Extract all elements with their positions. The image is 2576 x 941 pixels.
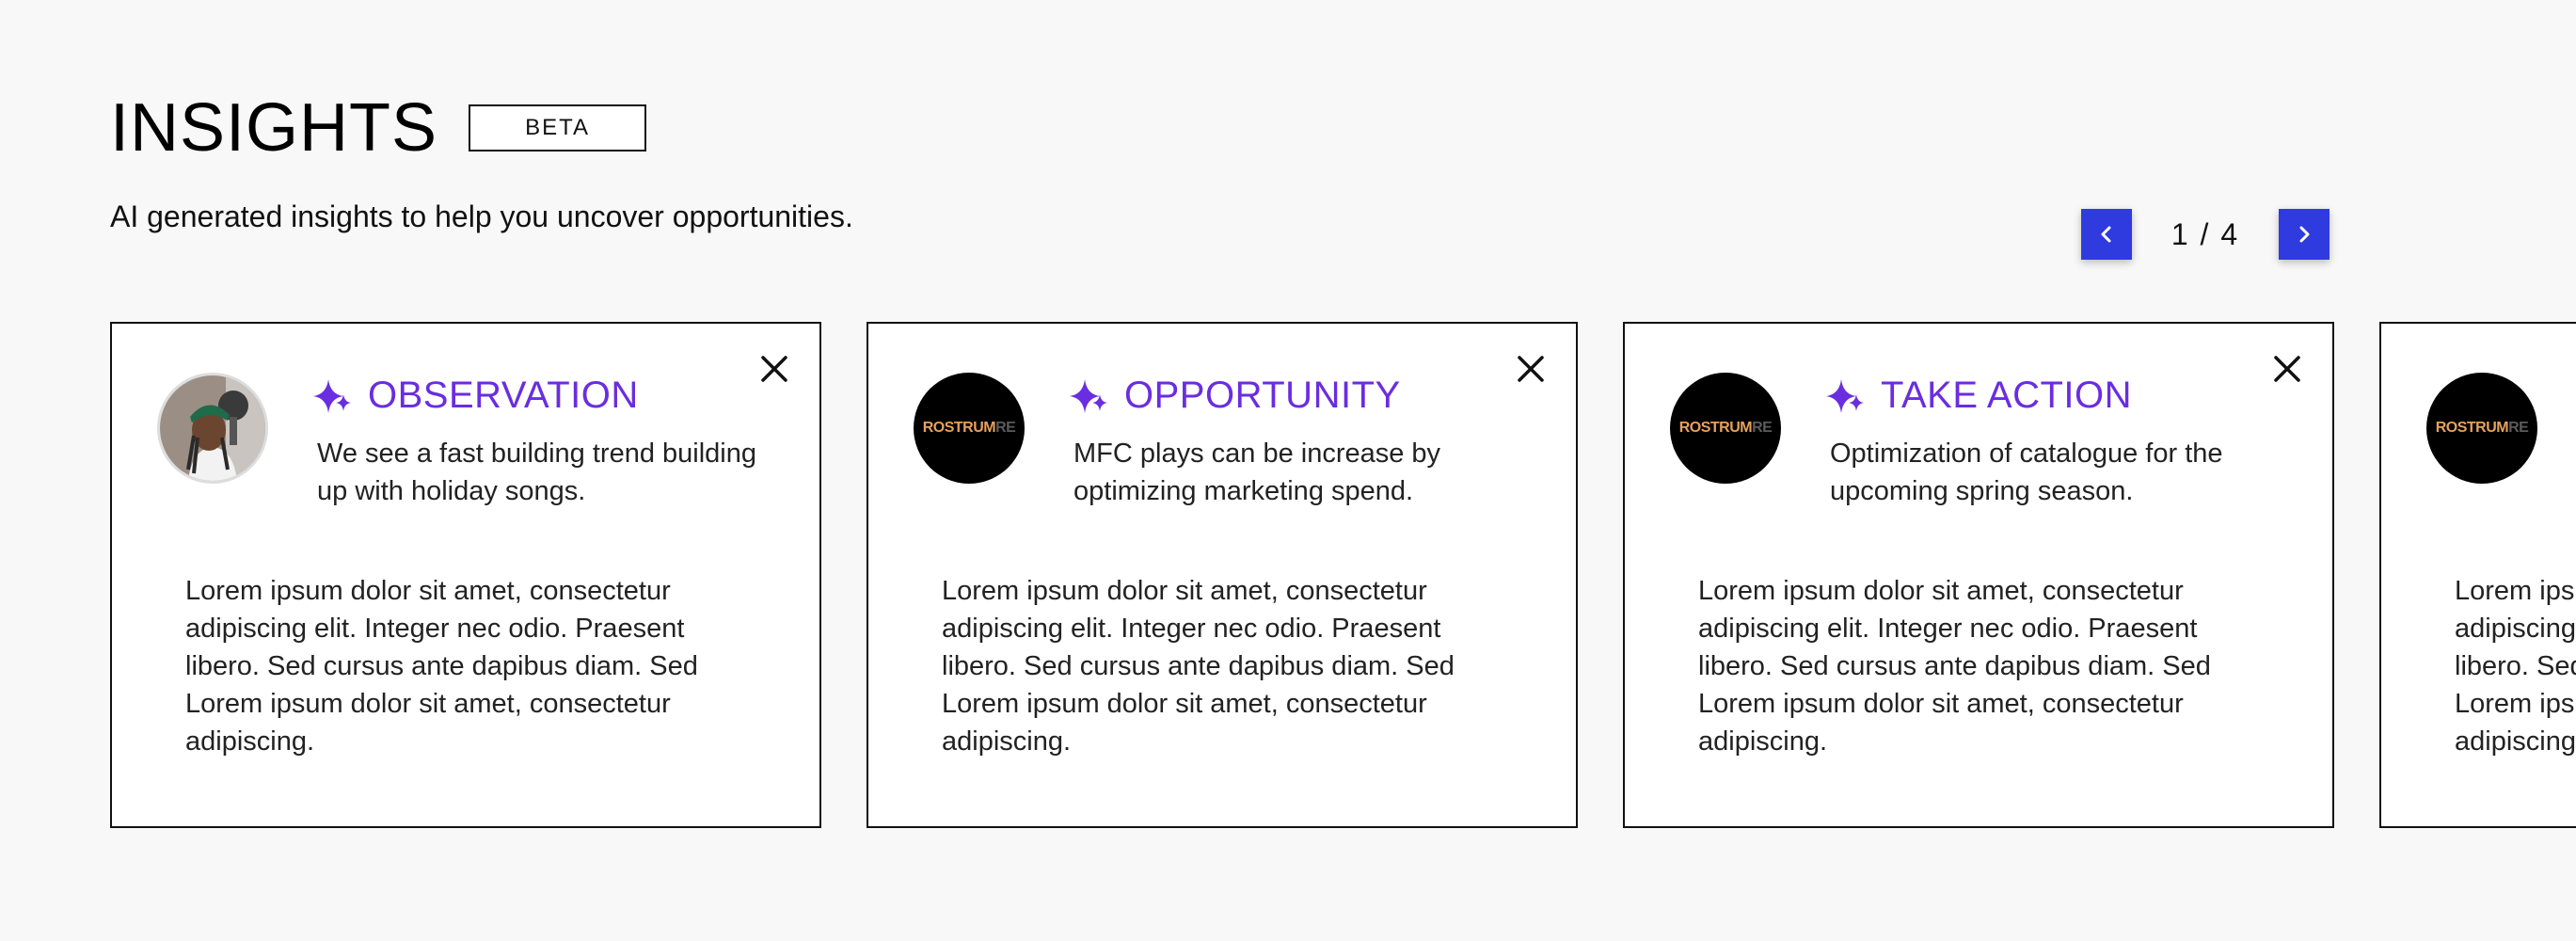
label-logo-avatar: ROSTRUMRE [1670,373,1781,484]
chevron-left-icon [2101,226,2111,243]
insight-card: OBSERVATION We see a fast building trend… [110,322,821,828]
sparkle-icon [313,379,351,413]
card-header: TAKE ACTION Optimization of catalogue fo… [1822,373,2295,510]
insight-card: ROSTRUMRE OPPORTUNITY MFC plays can be i… [867,322,1578,828]
header: INSIGHTS BETA [110,90,647,166]
sparkle-icon [1070,379,1107,413]
beta-badge: BETA [469,104,647,152]
previous-page-button[interactable] [2081,209,2132,260]
current-page: 1 [2171,216,2190,251]
page-title: INSIGHTS [110,90,438,166]
card-type-label: TAKE ACTION [1881,375,2133,416]
label-logo: ROSTRUMRE [1678,420,1773,436]
card-header: OPPORTUNITY MFC plays can be increase by… [1066,373,1538,510]
card-clip: ROSTRUMRE Lorem ipsum dolor sit amet, co… [2379,322,2576,828]
artist-photo-icon [160,375,265,481]
card-summary: We see a fast building trend building up… [317,439,756,506]
label-logo: ROSTRUMRE [2435,420,2529,436]
page-subtitle: AI generated insights to help you uncove… [110,199,853,233]
card-summary: Optimization of catalogue for the upcomi… [1830,439,2223,506]
total-pages: 4 [2220,216,2240,251]
card-body: Lorem ipsum dolor sit amet, consectetur … [942,576,1455,757]
card-type-label: OPPORTUNITY [1124,375,1401,416]
chevron-right-icon [2299,226,2310,243]
card-type-label: OBSERVATION [368,375,639,416]
label-logo: ROSTRUMRE [922,420,1016,436]
card-summary: MFC plays can be increase by optimizing … [1073,439,1441,506]
page-separator: / [2200,216,2211,251]
card-body: Lorem ipsum dolor sit amet, consectetur … [2455,576,2576,757]
next-page-button[interactable] [2279,209,2330,260]
artist-avatar [157,373,268,484]
card-header: OBSERVATION We see a fast building trend… [310,373,782,510]
page-indicator: 1 / 4 [2132,217,2279,252]
insight-card: ROSTRUMRE Lorem ipsum dolor sit amet, co… [2379,322,2576,828]
sparkle-icon [1826,379,1864,413]
card-body: Lorem ipsum dolor sit amet, consectetur … [185,576,698,757]
label-logo-avatar: ROSTRUMRE [2426,373,2537,484]
card-body: Lorem ipsum dolor sit amet, consectetur … [1698,576,2211,757]
pager: 1 / 4 [2081,209,2330,260]
insight-card: ROSTRUMRE TAKE ACTION Optimization of ca… [1623,322,2334,828]
label-logo-avatar: ROSTRUMRE [914,373,1025,484]
